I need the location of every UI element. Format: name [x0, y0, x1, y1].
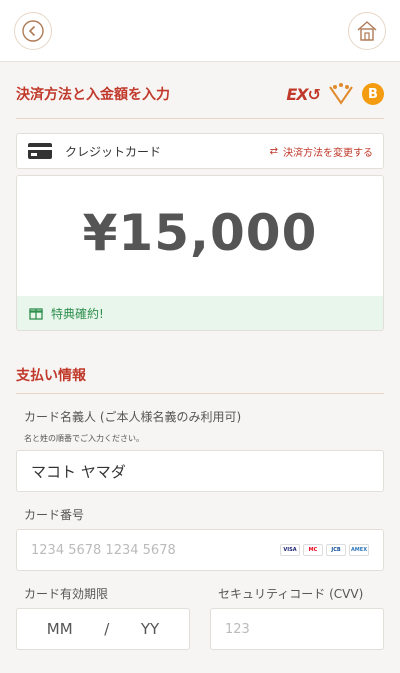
ex-logo-icon: EX↺ — [286, 84, 321, 104]
benefit-banner: 特典確約! — [17, 296, 383, 330]
back-button[interactable] — [14, 12, 52, 50]
amount-value: ¥15,000 — [82, 204, 318, 262]
expiry-input[interactable]: MM / YY — [16, 608, 190, 650]
payment-info-title: 支払い情報 — [16, 368, 86, 384]
expiry-month[interactable]: MM — [47, 620, 73, 638]
cvv-input[interactable]: 123 — [210, 608, 384, 650]
cardholder-label: カード名義人 (ご本人様名義のみ利用可) — [24, 410, 242, 424]
cvv-placeholder: 123 — [225, 621, 250, 637]
home-icon — [357, 21, 377, 41]
jcb-icon: JCB — [326, 544, 346, 556]
card-number-label: カード番号 — [24, 508, 85, 522]
amount-card: ¥15,000 特典確約! — [16, 175, 384, 331]
card-brands: VISA MC JCB AMEX — [280, 544, 369, 556]
bitcash-icon — [329, 83, 353, 105]
top-bar — [0, 0, 400, 62]
payment-method-bar: クレジットカード ⇄ 決済方法を変更する — [16, 133, 384, 169]
section-divider — [16, 118, 384, 119]
chevron-left-icon — [22, 20, 44, 42]
expiry-label: カード有効期限 — [24, 587, 109, 601]
card-number-placeholder: 1234 5678 1234 5678 — [31, 542, 176, 558]
ex-logo-text: EX — [286, 84, 308, 104]
payment-section-header: 決済方法と入金額を入力 EX↺ B — [0, 70, 400, 118]
change-method-label: 決済方法を変更する — [283, 147, 373, 159]
credit-card-icon — [28, 143, 52, 159]
cardholder-input[interactable]: マコト ヤマダ — [16, 450, 384, 492]
benefit-label: 特典確約! — [51, 306, 104, 321]
swap-icon: ⇄ — [269, 145, 278, 157]
expiry-cvv-row: カード有効期限 MM / YY セキュリティコード (CVV) 123 — [16, 585, 384, 650]
expiry-year[interactable]: YY — [141, 620, 159, 638]
info-divider — [16, 393, 384, 394]
change-method-link[interactable]: ⇄ 決済方法を変更する — [270, 144, 373, 159]
payment-logos: EX↺ B — [286, 83, 384, 105]
mastercard-icon: MC — [303, 544, 323, 556]
amex-icon: AMEX — [349, 544, 369, 556]
payment-section-title: 決済方法と入金額を入力 — [16, 87, 170, 103]
home-button[interactable] — [348, 12, 386, 50]
cvv-label: セキュリティコード (CVV) — [218, 587, 364, 601]
payment-method-label: クレジットカード — [65, 144, 162, 159]
expiry-separator: / — [104, 620, 110, 638]
cardholder-note: 名と姓の順番でご入力ください。 — [24, 434, 144, 443]
visa-icon: VISA — [280, 544, 300, 556]
card-number-input[interactable]: 1234 5678 1234 5678 VISA MC JCB AMEX — [16, 529, 384, 571]
cardholder-value: マコト ヤマダ — [31, 462, 126, 481]
gift-icon — [29, 308, 43, 320]
bitcoin-icon: B — [362, 83, 384, 105]
